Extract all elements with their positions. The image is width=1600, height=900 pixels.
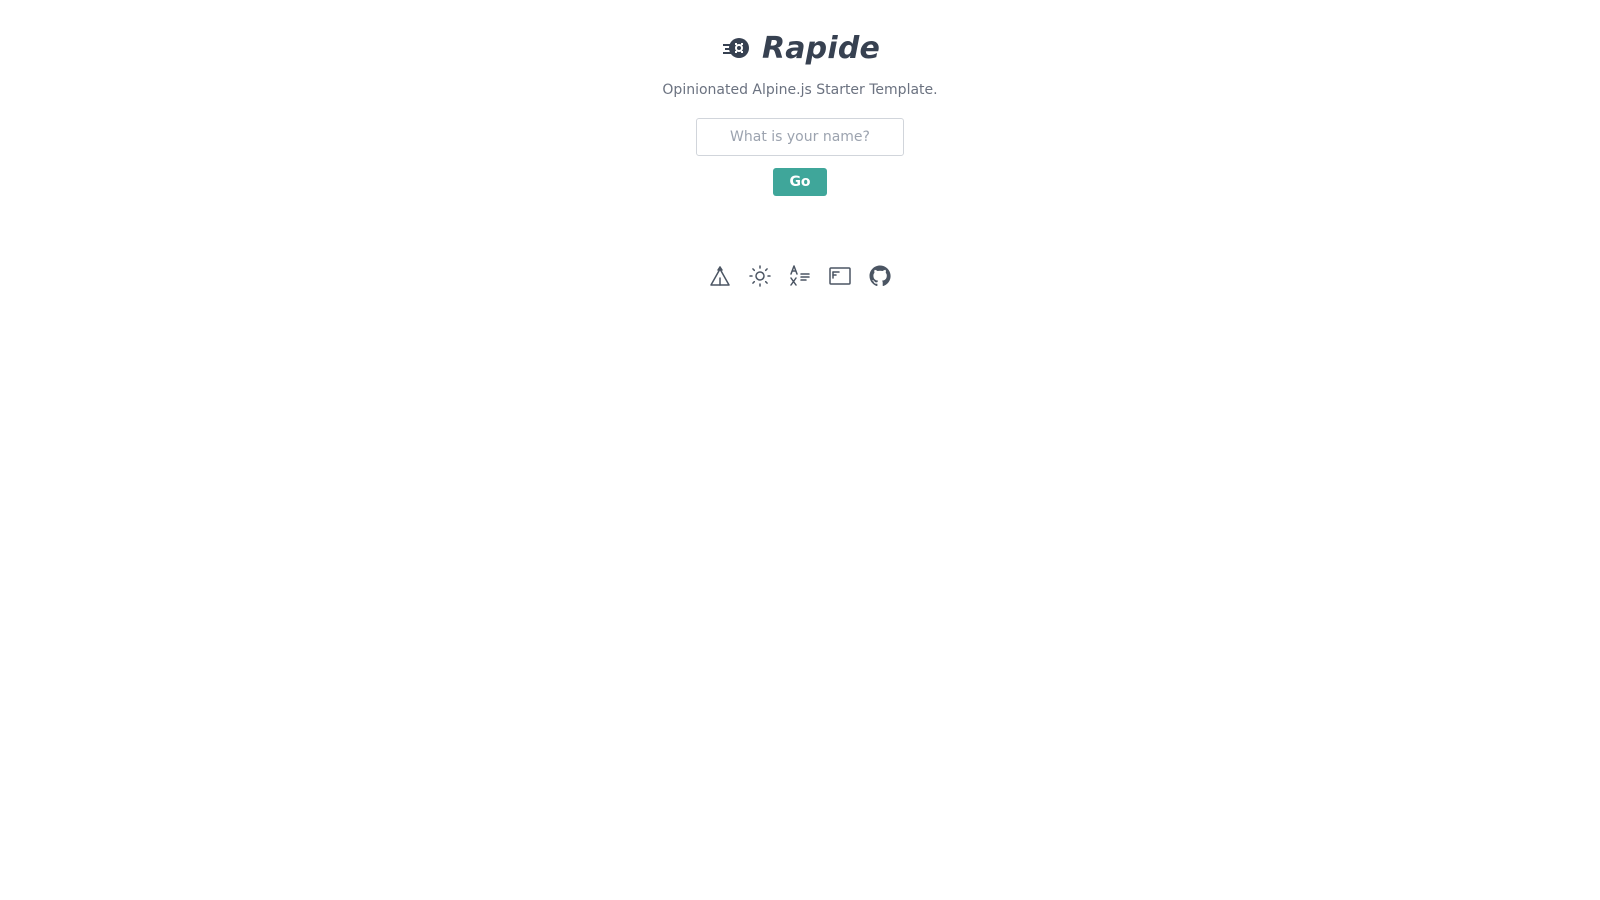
tent-icon[interactable] xyxy=(708,264,732,288)
rocket-logo-icon xyxy=(720,32,752,64)
sun-icon[interactable] xyxy=(748,264,772,288)
brand-header: Rapide xyxy=(0,24,1600,72)
name-input[interactable] xyxy=(696,118,904,156)
translate-icon[interactable] xyxy=(788,264,812,288)
icon-toolbar xyxy=(0,264,1600,288)
page: Rapide Opinionated Alpine.js Starter Tem… xyxy=(0,0,1600,900)
window-icon[interactable] xyxy=(828,264,852,288)
github-icon[interactable] xyxy=(868,264,892,288)
go-button[interactable]: Go xyxy=(773,168,827,196)
app-title: Rapide xyxy=(761,30,881,66)
tagline: Opinionated Alpine.js Starter Template. xyxy=(662,82,938,98)
